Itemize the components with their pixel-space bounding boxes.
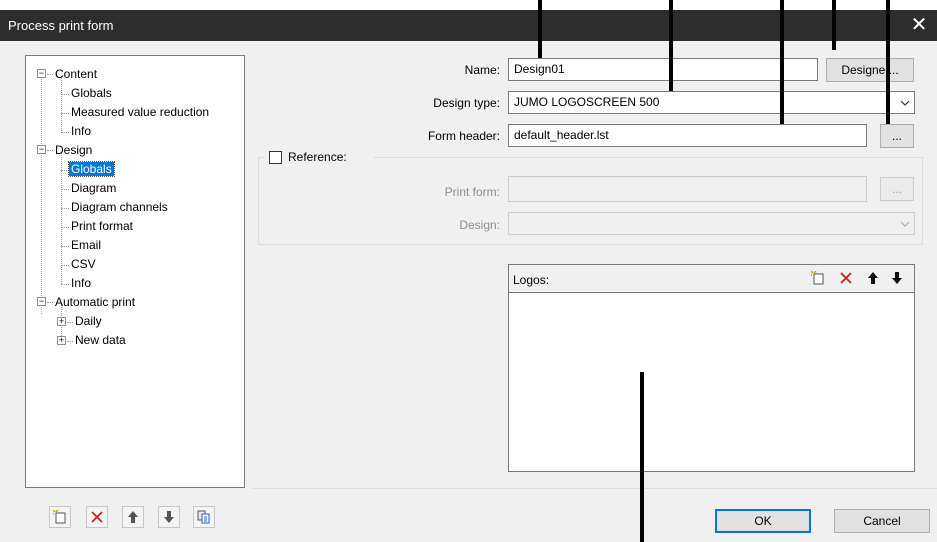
cancel-button[interactable]: Cancel [834, 509, 930, 533]
tree-item-print-format[interactable]: Print format [69, 217, 135, 235]
tree-item-daily[interactable]: Daily [73, 312, 104, 330]
tree-item-email[interactable]: Email [69, 236, 103, 254]
callout-marker [886, 0, 890, 124]
tree-new-button[interactable] [49, 506, 71, 528]
logos-list[interactable] [509, 294, 914, 471]
tree-connector [61, 113, 69, 114]
tree-connector [61, 170, 69, 171]
name-field[interactable]: Design01 [508, 58, 818, 81]
print-form-label: Print form: [444, 185, 500, 199]
tree-connector [61, 246, 69, 247]
move-down-icon[interactable] [891, 271, 903, 288]
tree-connector [61, 189, 69, 190]
design-select[interactable] [508, 212, 915, 235]
chevron-down-icon[interactable] [896, 92, 914, 113]
tree-item-design-info[interactable]: Info [69, 274, 93, 292]
ok-button[interactable]: OK [715, 509, 811, 533]
callout-marker [780, 0, 784, 124]
move-up-icon [128, 511, 138, 523]
tree-move-up-button[interactable] [122, 506, 144, 528]
tree-connector [61, 284, 69, 285]
callout-marker [538, 0, 542, 58]
tree-item-automatic-print[interactable]: Automatic print [53, 293, 137, 311]
callout-marker [832, 0, 836, 50]
print-form-field[interactable] [508, 176, 867, 202]
tree-connector [61, 208, 69, 209]
collapse-toggle-icon[interactable]: − [37, 69, 46, 78]
tree-copy-button[interactable] [193, 506, 215, 528]
design-type-label: Design type: [433, 96, 500, 110]
tree-connector [61, 265, 69, 266]
tree-connector [61, 227, 69, 228]
navigation-tree[interactable]: − − − + + Content Globals Measured value… [25, 55, 245, 488]
collapse-toggle-icon[interactable]: − [37, 297, 46, 306]
design-type-select[interactable]: JUMO LOGOSCREEN 500 [508, 91, 915, 114]
tree-move-down-button[interactable] [158, 506, 180, 528]
callout-marker [640, 372, 644, 542]
callout-marker [669, 0, 673, 91]
expand-toggle-icon[interactable]: + [57, 336, 66, 345]
designer-button[interactable]: Designer... [826, 58, 914, 82]
tree-item-design-globals[interactable]: Globals [68, 160, 115, 178]
tree-item-csv[interactable]: CSV [69, 255, 98, 273]
close-icon[interactable]: ✕ [901, 10, 937, 41]
logos-panel: Logos: [508, 264, 915, 472]
collapse-toggle-icon[interactable]: − [37, 145, 46, 154]
tree-item-design[interactable]: Design [53, 141, 94, 159]
window-title: Process print form [8, 18, 114, 33]
tree-item-new-data[interactable]: New data [73, 331, 128, 349]
tree-connector [61, 76, 62, 131]
new-icon [53, 510, 66, 524]
form-header-label: Form header: [427, 129, 500, 143]
tree-item-diagram-channels[interactable]: Diagram channels [69, 198, 170, 216]
delete-icon [91, 511, 103, 523]
expand-toggle-icon[interactable]: + [57, 317, 66, 326]
tree-item-content-info[interactable]: Info [69, 122, 93, 140]
tree-item-content-globals[interactable]: Globals [69, 84, 114, 102]
new-icon[interactable] [810, 270, 825, 288]
form-header-browse-button[interactable]: ... [880, 124, 914, 148]
tree-delete-button[interactable] [86, 506, 108, 528]
move-down-icon [164, 511, 174, 523]
tree-item-content[interactable]: Content [53, 65, 99, 83]
tree-item-measured-value-reduction[interactable]: Measured value reduction [69, 103, 211, 121]
form-header-field[interactable]: default_header.lst [508, 124, 867, 147]
reference-checkbox[interactable] [269, 151, 282, 164]
reference-label: Reference: [288, 150, 347, 164]
logos-header: Logos: [509, 265, 914, 293]
tree-connector [61, 132, 69, 133]
copy-icon [197, 510, 210, 524]
tree-connector [61, 94, 69, 95]
print-form-browse-button[interactable]: ... [880, 177, 914, 201]
move-up-icon[interactable] [867, 271, 879, 288]
design-label: Design: [459, 218, 500, 232]
tree-connector [41, 76, 42, 314]
delete-icon[interactable] [839, 271, 853, 288]
title-bar: Process print form ✕ [0, 10, 937, 41]
design-type-value: JUMO LOGOSCREEN 500 [514, 95, 660, 109]
chevron-down-icon[interactable] [896, 213, 914, 234]
tree-item-diagram[interactable]: Diagram [69, 179, 118, 197]
footer-divider [253, 488, 937, 489]
name-label: Name: [464, 63, 500, 77]
logos-title: Logos: [513, 273, 550, 287]
